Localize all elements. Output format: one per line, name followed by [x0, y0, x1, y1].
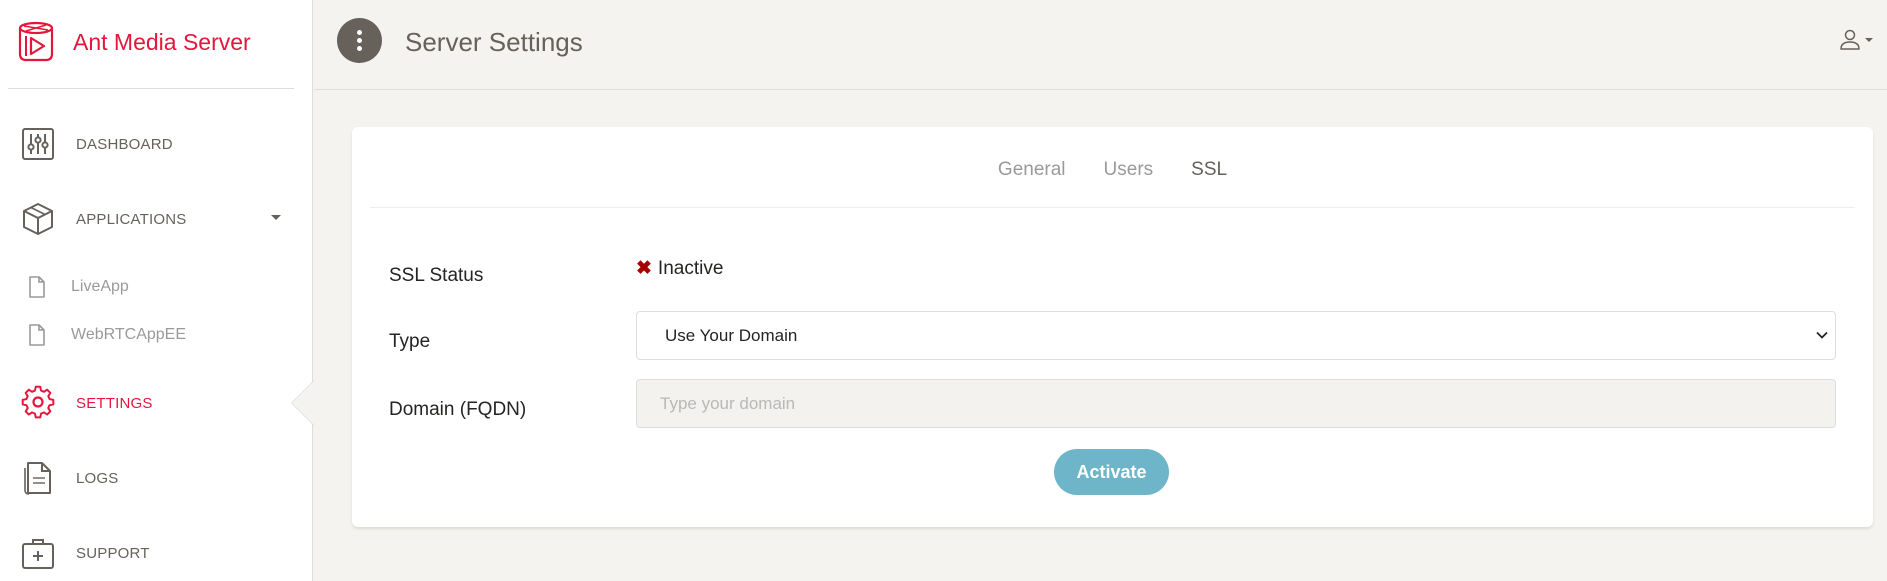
sidebar-subitem-liveapp[interactable]: LiveApp [27, 275, 129, 299]
activate-button[interactable]: Activate [1054, 449, 1169, 495]
tab-general[interactable]: General [979, 159, 1085, 181]
tab-users[interactable]: Users [1085, 159, 1173, 181]
chevron-down-icon[interactable] [271, 215, 281, 220]
tabs-divider [370, 207, 1855, 208]
file-icon [29, 276, 45, 298]
tab-ssl[interactable]: SSL [1172, 159, 1246, 181]
sidebar-item-dashboard[interactable]: DASHBOARD [20, 126, 173, 162]
vertical-dots-icon [357, 29, 362, 53]
close-icon: ✖ [636, 258, 652, 279]
domain-input[interactable] [636, 379, 1836, 428]
settings-tabs: General Users SSL [352, 159, 1873, 181]
gear-icon [21, 385, 55, 419]
chevron-down-icon [1865, 38, 1873, 42]
sidebar-item-label: SUPPORT [76, 544, 150, 562]
sidebar-item-label: DASHBOARD [76, 135, 173, 153]
topbar: Server Settings [314, 0, 1887, 90]
domain-label: Domain (FQDN) [389, 399, 527, 420]
chevron-down-icon [1816, 331, 1828, 339]
sidebar-subitem-webrtcappee[interactable]: WebRTCAppEE [27, 323, 186, 347]
sidebar-item-label: SETTINGS [76, 394, 153, 412]
ssl-status-label: SSL Status [389, 265, 484, 286]
sidebar-item-support[interactable]: SUPPORT [20, 535, 150, 571]
ant-media-logo-icon [18, 21, 54, 62]
page-title: Server Settings [405, 27, 583, 57]
ssl-status: ✖ Inactive [636, 257, 723, 280]
brand-name: Ant Media Server [73, 28, 251, 55]
ssl-status-value: Inactive [657, 257, 724, 279]
type-select[interactable]: Use Your Domain [636, 311, 1836, 360]
user-menu-button[interactable] [1839, 28, 1873, 52]
brand-divider [8, 88, 294, 89]
sidebar-item-applications[interactable]: APPLICATIONS [20, 201, 186, 237]
type-select-value: Use Your Domain [665, 325, 798, 345]
sidebar-item-logs[interactable]: LOGS [20, 460, 118, 496]
document-icon [24, 462, 51, 495]
active-indicator [292, 381, 314, 425]
sidebar: Ant Media Server DASHBOARD APPLICATIONS [0, 0, 314, 581]
brand[interactable]: Ant Media Server [14, 20, 251, 64]
sidebar-item-label: LOGS [76, 469, 119, 487]
sidebar-subitem-label: LiveApp [71, 278, 129, 295]
first-aid-kit-icon [22, 539, 54, 569]
sliders-icon [22, 128, 54, 160]
box-icon [23, 203, 53, 235]
sidebar-subitem-label: WebRTCAppEE [71, 326, 187, 343]
settings-card: General Users SSL SSL Status ✖ Inactive … [352, 127, 1873, 527]
type-label: Type [389, 331, 431, 352]
sidebar-item-settings[interactable]: SETTINGS [20, 385, 153, 421]
sidebar-item-label: APPLICATIONS [76, 210, 187, 228]
user-icon [1840, 29, 1860, 50]
file-icon [29, 324, 45, 346]
menu-button[interactable] [337, 18, 382, 63]
